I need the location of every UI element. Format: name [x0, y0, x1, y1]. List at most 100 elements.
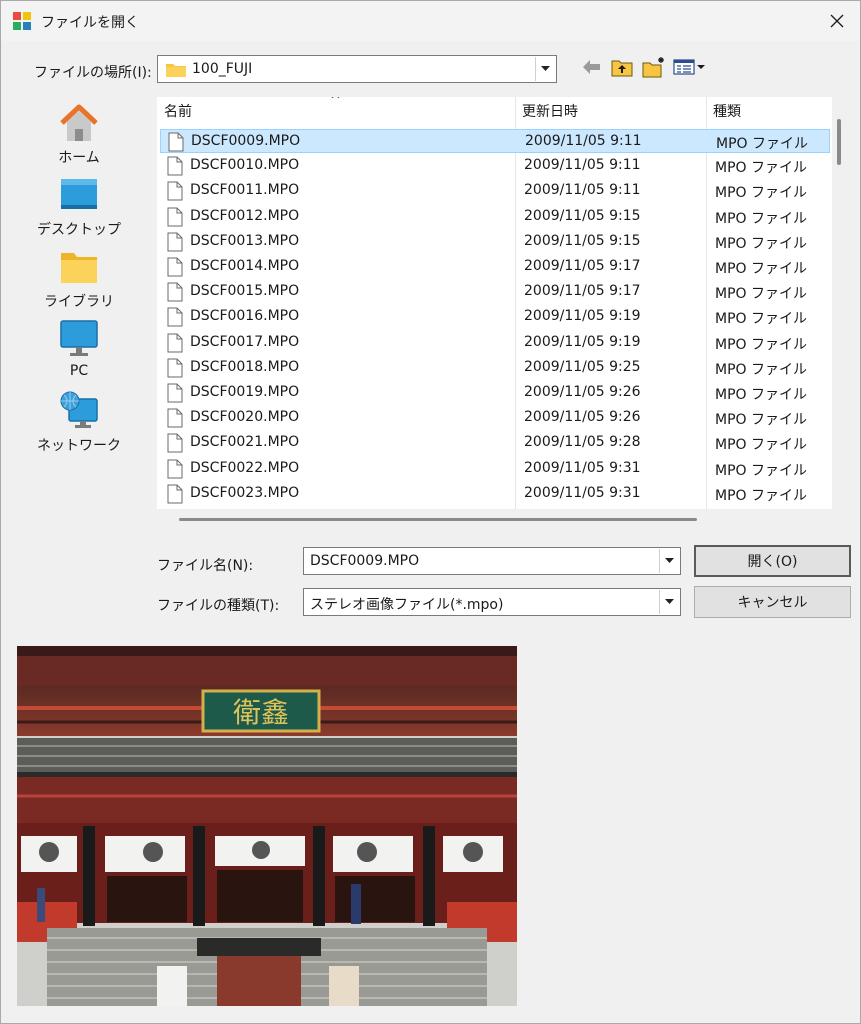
image-preview: 衛鑫: [17, 646, 517, 1006]
file-name: DSCF0019.MPO: [190, 384, 300, 400]
filetype-value: ステレオ画像ファイル(*.mpo): [310, 597, 504, 613]
file-name: DSCF0017.MPO: [190, 333, 300, 350]
open-button[interactable]: 開く(O): [694, 545, 851, 577]
file-name: DSCF0014.MPO: [190, 258, 300, 274]
file-type: MPO ファイル: [715, 311, 807, 328]
file-name: DSCF0015.MPO: [190, 283, 300, 300]
file-row[interactable]: DSCF0021.MPO 2009/11/05 9:28 MPO ファイル: [160, 431, 830, 455]
file-icon: [167, 333, 183, 353]
file-icon: [167, 383, 183, 403]
column-header-name[interactable]: 名前: [157, 97, 515, 127]
file-name: DSCF0011.MPO: [190, 182, 300, 199]
place-label: デスクトップ: [37, 222, 121, 238]
back-arrow-icon: [583, 60, 600, 74]
file-row[interactable]: DSCF0014.MPO 2009/11/05 9:17 MPO ファイル: [160, 255, 830, 279]
filename-dropdown-button[interactable]: [659, 549, 679, 573]
place-label: ホーム: [58, 150, 100, 166]
open-file-dialog: ファイルを開く ファイルの場所(I): 100_FUJI ホーム デスクトップ …: [0, 0, 861, 1024]
file-row[interactable]: DSCF0010.MPO 2009/11/05 9:11 MPO ファイル: [160, 154, 830, 178]
place-label: ネットワーク: [37, 438, 121, 454]
horizontal-scrollbar-thumb[interactable]: [179, 518, 697, 521]
plaque-text: 衛鑫: [233, 696, 289, 729]
file-type: MPO ファイル: [715, 437, 807, 454]
file-date: 2009/11/05 9:11: [525, 133, 642, 149]
file-name: DSCF0012.MPO: [190, 207, 300, 224]
look-in-value: 100_FUJI: [192, 61, 253, 77]
place-network[interactable]: ネットワーク: [31, 389, 127, 455]
file-row[interactable]: DSCF0018.MPO 2009/11/05 9:25 MPO ファイル: [160, 356, 830, 380]
column-header-type[interactable]: 種類: [706, 97, 832, 127]
chevron-down-icon: [665, 599, 674, 604]
window-title: ファイルを開く: [41, 15, 139, 31]
file-row[interactable]: DSCF0022.MPO 2009/11/05 9:31 MPO ファイル: [160, 457, 830, 481]
file-date: 2009/11/05 9:17: [524, 283, 641, 300]
file-row[interactable]: DSCF0012.MPO 2009/11/05 9:15 MPO ファイル: [160, 205, 830, 229]
column-header-date[interactable]: 更新日時: [515, 97, 706, 127]
file-date: 2009/11/05 9:19: [524, 308, 641, 325]
place-library[interactable]: ライブラリ: [31, 245, 127, 311]
file-date: 2009/11/05 9:31: [524, 484, 641, 501]
up-folder-button[interactable]: [610, 55, 634, 79]
back-button[interactable]: [581, 55, 603, 79]
filetype-combo[interactable]: ステレオ画像ファイル(*.mpo): [303, 588, 681, 616]
file-row[interactable]: DSCF0013.MPO 2009/11/05 9:15 MPO ファイル: [160, 230, 830, 254]
chevron-down-icon: [665, 558, 674, 563]
file-date: 2009/11/05 9:11: [524, 157, 641, 174]
file-name: DSCF0010.MPO: [190, 157, 300, 174]
file-icon: [167, 484, 183, 504]
file-type: MPO ファイル: [715, 185, 807, 202]
file-row[interactable]: DSCF0016.MPO 2009/11/05 9:19 MPO ファイル: [160, 305, 830, 329]
filetype-label: ファイルの種類(T):: [157, 598, 280, 614]
file-row[interactable]: DSCF0020.MPO 2009/11/05 9:26 MPO ファイル: [160, 406, 830, 430]
filename-input[interactable]: DSCF0009.MPO: [310, 553, 419, 569]
file-icon: [167, 207, 183, 227]
file-date: 2009/11/05 9:28: [524, 434, 641, 451]
new-folder-button[interactable]: [641, 55, 667, 79]
file-date: 2009/11/05 9:31: [524, 459, 641, 476]
look-in-combo[interactable]: 100_FUJI: [157, 55, 557, 83]
file-type: MPO ファイル: [715, 210, 807, 227]
file-date: 2009/11/05 9:19: [524, 333, 641, 350]
file-icon: [167, 282, 183, 302]
file-date: 2009/11/05 9:26: [524, 409, 641, 426]
file-name: DSCF0022.MPO: [190, 459, 300, 476]
file-row[interactable]: DSCF0009.MPO 2009/11/05 9:11 MPO ファイル: [160, 129, 830, 153]
file-type: MPO ファイル: [715, 235, 807, 252]
desktop-icon: [61, 179, 97, 209]
file-type: MPO ファイル: [715, 286, 807, 303]
file-row[interactable]: DSCF0017.MPO 2009/11/05 9:19 MPO ファイル: [160, 331, 830, 355]
vertical-scrollbar-thumb[interactable]: [837, 119, 841, 165]
file-date: 2009/11/05 9:26: [524, 384, 641, 400]
up-folder-icon: [611, 60, 633, 77]
close-button[interactable]: [814, 1, 860, 41]
look-in-dropdown-button[interactable]: [535, 57, 555, 81]
pc-monitor-icon: [60, 320, 98, 356]
place-pc[interactable]: PC: [31, 317, 127, 383]
filetype-dropdown-button[interactable]: [659, 590, 679, 614]
file-icon: [167, 232, 183, 252]
file-name: DSCF0009.MPO: [191, 133, 301, 149]
file-row[interactable]: DSCF0023.MPO 2009/11/05 9:31 MPO ファイル: [160, 482, 830, 506]
file-type: MPO ファイル: [716, 136, 808, 152]
title-bar: ファイルを開く: [1, 1, 860, 41]
view-menu-button[interactable]: [672, 55, 708, 79]
file-type: MPO ファイル: [715, 261, 807, 277]
place-label: ライブラリ: [44, 294, 114, 310]
place-home[interactable]: ホーム: [31, 101, 127, 167]
file-list[interactable]: ^ 名前 更新日時 種類 DSCF0009.MPO 2009/11/05 9:11…: [157, 97, 832, 509]
place-desktop[interactable]: デスクトップ: [31, 173, 127, 239]
file-name: DSCF0020.MPO: [190, 409, 300, 426]
filename-combo[interactable]: DSCF0009.MPO: [303, 547, 681, 575]
file-icon: [167, 358, 183, 378]
close-icon: [830, 14, 844, 28]
file-row[interactable]: DSCF0015.MPO 2009/11/05 9:17 MPO ファイル: [160, 280, 830, 304]
file-type: MPO ファイル: [715, 336, 807, 353]
file-row[interactable]: DSCF0019.MPO 2009/11/05 9:26 MPO ファイル: [160, 381, 830, 405]
file-row[interactable]: DSCF0011.MPO 2009/11/05 9:11 MPO ファイル: [160, 179, 830, 203]
file-date: 2009/11/05 9:25: [524, 358, 641, 375]
folder-icon: [166, 64, 186, 77]
file-type: MPO ファイル: [715, 387, 807, 403]
file-date: 2009/11/05 9:15: [524, 207, 641, 224]
file-name: DSCF0013.MPO: [190, 232, 300, 249]
cancel-button[interactable]: キャンセル: [694, 586, 851, 618]
